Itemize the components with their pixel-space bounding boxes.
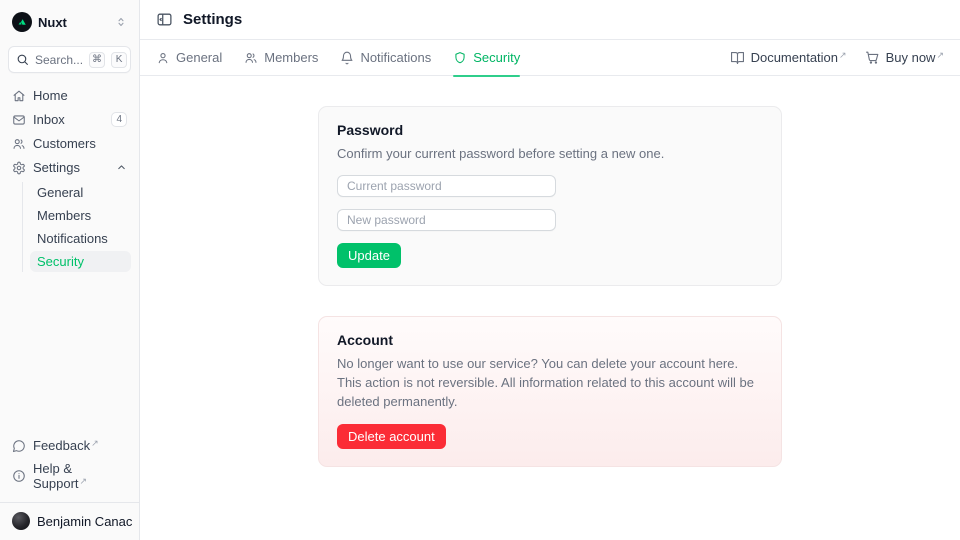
new-password-field[interactable]: [337, 209, 556, 231]
sidebar-item-label: Settings: [33, 160, 109, 175]
sidebar-item-label: Feedback↗: [33, 438, 127, 453]
sidebar-item-help-support[interactable]: Help & Support↗: [8, 458, 131, 494]
password-card-title: Password: [337, 122, 763, 138]
buy-now-link[interactable]: Buy now↗: [865, 50, 944, 65]
tab-label: Members: [264, 50, 318, 65]
tab-label: General: [176, 50, 222, 65]
chevron-up-icon: [116, 162, 127, 173]
inbox-count-badge: 4: [111, 112, 127, 127]
sidebar-item-label: Security: [37, 254, 124, 269]
book-open-icon: [730, 50, 745, 65]
settings-subnav: General Members Notifications Security: [22, 182, 131, 272]
account-card-title: Account: [337, 332, 763, 348]
delete-account-button[interactable]: Delete account: [337, 424, 446, 449]
sidebar-footer-nav: Feedback↗ Help & Support↗: [8, 435, 131, 494]
info-icon: [12, 469, 26, 483]
user-name: Benjamin Canac: [37, 514, 132, 529]
update-button[interactable]: Update: [337, 243, 401, 268]
tab-members[interactable]: Members: [244, 40, 318, 76]
home-icon: [12, 89, 26, 103]
team-name: Nuxt: [38, 15, 109, 30]
sidebar-item-inbox[interactable]: Inbox 4: [8, 109, 131, 130]
main-area: Settings General Members Notifications: [140, 0, 960, 540]
kbd-cmd: ⌘: [89, 52, 105, 68]
gear-icon: [12, 161, 26, 175]
external-link-icon: ↗: [80, 476, 88, 486]
sidebar-item-label: Notifications: [37, 231, 124, 246]
users-icon: [244, 51, 258, 65]
header-links: Documentation↗ Buy now↗: [730, 50, 944, 65]
user-icon: [156, 51, 170, 65]
tab-label: Security: [473, 50, 520, 65]
sidebar-spacer: [8, 272, 131, 435]
page-header: Settings: [140, 0, 960, 40]
chat-bubble-icon: [12, 439, 26, 453]
search-placeholder: Search...: [35, 53, 83, 67]
documentation-link[interactable]: Documentation↗: [730, 50, 847, 65]
external-link-icon: ↗: [936, 50, 944, 60]
sidebar-item-label: Inbox: [33, 112, 104, 127]
link-label: Buy now↗: [886, 50, 944, 65]
shield-icon: [453, 51, 467, 65]
kbd-k: K: [111, 52, 127, 68]
sidebar-item-label: General: [37, 185, 124, 200]
sidebar-item-customers[interactable]: Customers: [8, 133, 131, 154]
settings-tabbar: General Members Notifications Security: [140, 40, 960, 76]
sidebar-item-security[interactable]: Security: [30, 251, 131, 272]
sidebar-toggle-button[interactable]: [156, 11, 173, 28]
sidebar-item-label: Customers: [33, 136, 127, 151]
team-selector[interactable]: Nuxt: [8, 10, 131, 34]
shopping-cart-icon: [865, 50, 880, 65]
search-icon: [16, 53, 29, 66]
tab-notifications[interactable]: Notifications: [340, 40, 431, 76]
tab-security[interactable]: Security: [453, 40, 520, 76]
bell-icon: [340, 51, 354, 65]
password-card: Password Confirm your current password b…: [318, 106, 782, 286]
avatar: [12, 512, 30, 530]
sidebar-item-general[interactable]: General: [30, 182, 131, 203]
account-card: Account No longer want to use our servic…: [318, 316, 782, 467]
external-link-icon: ↗: [91, 438, 99, 448]
nuxt-logo-icon: [12, 12, 32, 32]
app-window: Nuxt Search... ⌘ K Home: [0, 0, 960, 540]
search-input[interactable]: Search... ⌘ K: [8, 46, 131, 73]
sidebar-item-home[interactable]: Home: [8, 85, 131, 106]
sidebar-item-settings[interactable]: Settings: [8, 157, 131, 178]
tab-general[interactable]: General: [156, 40, 222, 76]
settings-security-content: Password Confirm your current password b…: [140, 76, 960, 540]
sidebar-item-label: Home: [33, 88, 127, 103]
sidebar-item-notifications[interactable]: Notifications: [30, 228, 131, 249]
account-card-description: No longer want to use our service? You c…: [337, 354, 763, 411]
inbox-icon: [12, 113, 26, 127]
sidebar-item-label: Help & Support↗: [33, 461, 127, 491]
chevron-updown-icon: [115, 16, 127, 28]
sidebar-item-members[interactable]: Members: [30, 205, 131, 226]
password-card-description: Confirm your current password before set…: [337, 144, 763, 163]
sidebar: Nuxt Search... ⌘ K Home: [0, 0, 140, 540]
tab-label: Notifications: [360, 50, 431, 65]
sidebar-nav: Home Inbox 4 Customers Settings: [8, 85, 131, 272]
sidebar-item-label: Members: [37, 208, 124, 223]
current-password-field[interactable]: [337, 175, 556, 197]
external-link-icon: ↗: [839, 50, 847, 60]
link-label: Documentation↗: [751, 50, 847, 65]
users-icon: [12, 137, 26, 151]
user-menu[interactable]: Benjamin Canac: [8, 503, 131, 532]
sidebar-item-feedback[interactable]: Feedback↗: [8, 435, 131, 456]
page-title: Settings: [183, 11, 242, 28]
